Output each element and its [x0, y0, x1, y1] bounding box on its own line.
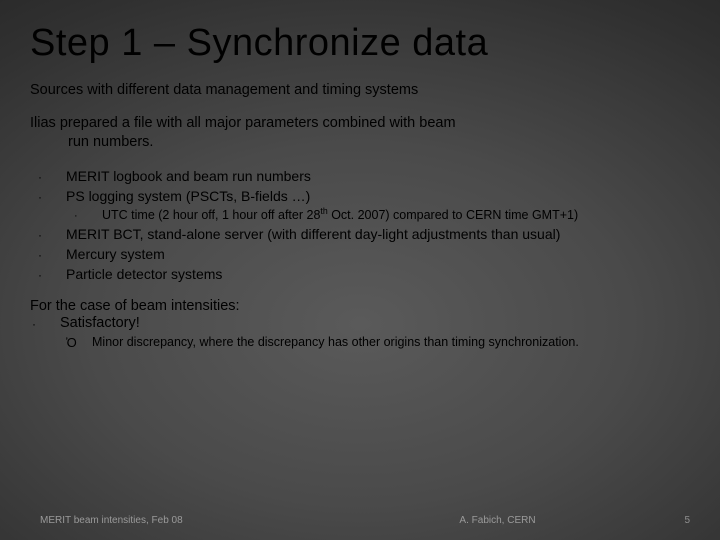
- conclusion-intro: For the case of beam intensities:: [30, 298, 690, 314]
- superscript-th: th: [320, 205, 327, 215]
- bullet-text: Particle detector systems: [66, 266, 690, 284]
- bullet-text: PS logging system (PSCTs, B-fields …): [66, 188, 690, 206]
- list-item: · PS logging system (PSCTs, B-fields …): [36, 188, 690, 206]
- footer: MERIT beam intensities, Feb 08 A. Fabich…: [0, 515, 720, 526]
- sub-bullet-post: Oct. 2007) compared to CERN time GMT+1): [328, 208, 578, 222]
- description-line-2: run numbers.: [30, 133, 670, 152]
- bullet-dash-icon: ·: [30, 315, 60, 333]
- footer-left: MERIT beam intensities, Feb 08: [40, 515, 345, 526]
- bullet-dash-icon: ·: [36, 246, 66, 264]
- slide-title: Step 1 – Synchronize data: [30, 22, 690, 65]
- bullet-text: Mercury system: [66, 246, 690, 264]
- list-item: · Mercury system: [36, 246, 690, 264]
- list-item: · Satisfactory!: [30, 315, 690, 333]
- list-item: · Particle detector systems: [36, 266, 690, 284]
- list-item: · MERIT BCT, stand-alone server (with di…: [36, 226, 690, 244]
- sub-bullet-list: · UTC time (2 hour off, 1 hour off after…: [72, 208, 690, 224]
- arrow-text: Minor discrepancy, where the discrepancy…: [92, 335, 690, 351]
- sub-bullet-text: UTC time (2 hour off, 1 hour off after 2…: [102, 208, 690, 224]
- arrow-icon: Ὀ: [66, 335, 92, 351]
- bullet-text: MERIT logbook and beam run numbers: [66, 168, 690, 186]
- bullet-dash-icon: ·: [36, 266, 66, 284]
- sub-bullet-pre: UTC time (2 hour off, 1 hour off after 2…: [102, 208, 320, 222]
- bullet-dash-icon: ·: [36, 226, 66, 244]
- intro-paragraph: Sources with different data management a…: [30, 81, 690, 100]
- bullet-dash-icon: ·: [36, 188, 66, 206]
- bullet-dash-icon: ·: [72, 208, 102, 224]
- bullet-text: MERIT BCT, stand-alone server (with diff…: [66, 226, 690, 244]
- page-number: 5: [650, 515, 690, 526]
- slide: Step 1 – Synchronize data Sources with d…: [0, 0, 720, 540]
- list-item: · MERIT logbook and beam run numbers: [36, 168, 690, 186]
- description-line-1: Ilias prepared a file with all major par…: [30, 115, 456, 131]
- list-item: Ὀ Minor discrepancy, where the discrepan…: [66, 335, 690, 351]
- bullet-dash-icon: ·: [36, 168, 66, 186]
- bullet-list: · MERIT logbook and beam run numbers · P…: [36, 168, 690, 284]
- description-paragraph: Ilias prepared a file with all major par…: [30, 114, 690, 152]
- satisfactory-text: Satisfactory!: [60, 315, 140, 331]
- conclusion-section: For the case of beam intensities: · Sati…: [30, 298, 690, 351]
- list-item: · UTC time (2 hour off, 1 hour off after…: [72, 208, 690, 224]
- footer-center: A. Fabich, CERN: [345, 515, 650, 526]
